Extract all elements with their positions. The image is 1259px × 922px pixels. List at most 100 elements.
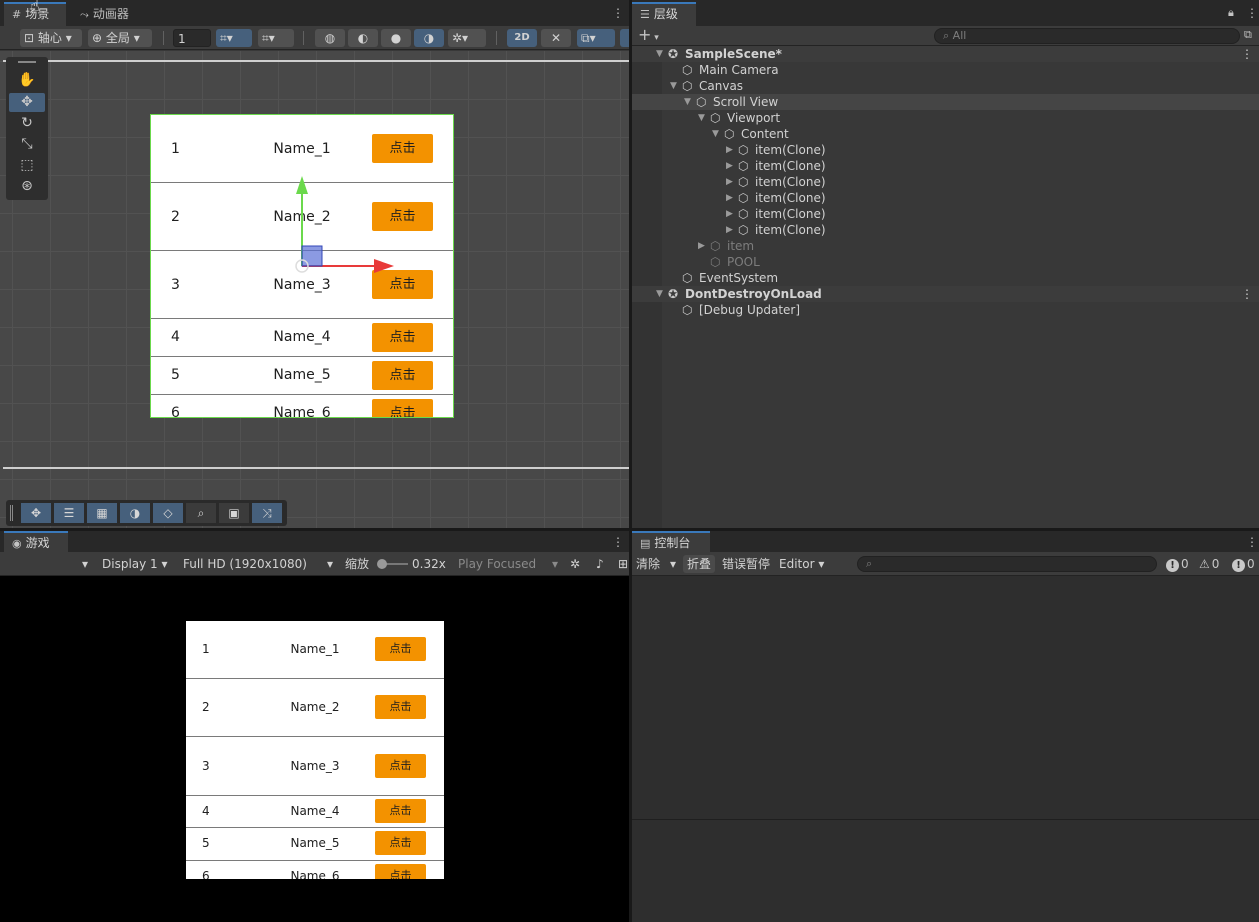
hierarchy-item[interactable]: ▶ ⬡ item [632, 238, 1259, 254]
click-button[interactable]: 点击 [372, 399, 433, 417]
audio-icon[interactable]: ♪ [592, 555, 610, 573]
scale-slider[interactable] [377, 559, 408, 569]
error-pause-button[interactable]: 错误暂停 [718, 555, 775, 573]
add-button[interactable]: + ▾ [638, 26, 659, 47]
stats-bug-icon[interactable]: ✲ [566, 555, 588, 573]
lighting-toggle[interactable]: ✕ [541, 29, 571, 47]
collapse-arrow-icon[interactable]: ▶ [726, 142, 733, 158]
mode-2d-button[interactable]: 2D [507, 29, 537, 47]
expand-arrow-icon[interactable]: ▼ [684, 94, 691, 110]
expand-arrow-icon[interactable]: ▼ [656, 46, 663, 62]
click-button[interactable]: 点击 [372, 270, 433, 299]
expand-arrow-icon[interactable]: ▼ [712, 126, 719, 142]
draw-mode-button[interactable]: ◑ [414, 29, 444, 47]
hierarchy-tree[interactable]: ▼ ✪ SampleScene* ⋮ ⬡ Main Camera ▼ ⬡ Canvas ▼ ⬡ Scr… [632, 46, 1259, 528]
kebab-menu-icon[interactable]: ⋮ [612, 535, 624, 549]
hierarchy-search-input[interactable]: ⌕ All [934, 28, 1240, 44]
tab-hierarchy[interactable]: ☰ 层级 [632, 2, 696, 26]
search-overlay-icon[interactable]: ⌕ [186, 503, 216, 523]
hierarchy-item[interactable]: ▶ ⬡ item(Clone) [632, 190, 1259, 206]
collapse-button[interactable]: 折叠 [683, 555, 716, 573]
move-overlay-icon[interactable]: ✥ [21, 503, 51, 523]
kebab-menu-icon[interactable]: ⋮ [1241, 46, 1253, 62]
hierarchy-item[interactable]: ▼ ⬡ Content [632, 126, 1259, 142]
hierarchy-item[interactable]: ▶ ⬡ item(Clone) [632, 142, 1259, 158]
console-divider[interactable] [632, 819, 1259, 820]
hierarchy-item[interactable]: ⬡ POOL [632, 254, 1259, 270]
gizmos-icon[interactable]: ⊞ [614, 555, 628, 573]
click-button[interactable]: 点击 [375, 864, 426, 879]
click-button[interactable]: 点击 [372, 202, 433, 231]
scene-visibility-icon[interactable]: ⧉ [1244, 28, 1252, 42]
console-search-input[interactable]: ⌕ [857, 556, 1157, 572]
transform-tool-icon[interactable]: ⊛ [9, 177, 45, 196]
hierarchy-scene-row[interactable]: ▼ ✪ SampleScene* ⋮ [632, 46, 1259, 62]
play-mode-dropdown[interactable]: Play Focused ▾ [454, 555, 562, 573]
tab-animator[interactable]: ⤳ 动画器 [72, 2, 137, 26]
layers-overlay-icon[interactable]: ◇ [153, 503, 183, 523]
grid-snap-button[interactable]: ⌗▾ [216, 29, 252, 47]
lighting-overlay-icon[interactable]: ◑ [120, 503, 150, 523]
click-button[interactable]: 点击 [375, 831, 426, 855]
scale-slider-handle[interactable] [377, 559, 387, 569]
warning-count[interactable]: ⚠ 0 [1199, 555, 1219, 573]
kebab-menu-icon[interactable]: ⋮ [612, 6, 624, 20]
click-button[interactable]: 点击 [375, 754, 426, 778]
kebab-menu-icon[interactable]: ⋮ [1241, 286, 1253, 302]
clear-options-dropdown[interactable]: ▾ [666, 555, 682, 573]
hierarchy-item[interactable]: ▶ ⬡ item(Clone) [632, 158, 1259, 174]
game-view-dropdown[interactable]: ▾ [4, 555, 92, 573]
game-scroll-view[interactable]: 1 Name_1 点击 2 Name_2 点击 3 Name_3 点击 4 Na… [186, 621, 444, 879]
hand-tool-icon[interactable]: ✋ [9, 71, 45, 90]
click-button[interactable]: 点击 [372, 323, 433, 352]
grid-size-input[interactable]: 1 [173, 29, 211, 47]
collapse-arrow-icon[interactable]: ▶ [698, 238, 705, 254]
display-dropdown[interactable]: Display 1 ▾ [98, 555, 176, 573]
kebab-menu-icon[interactable]: ⋮ [1246, 535, 1258, 549]
collapse-arrow-icon[interactable]: ▶ [726, 222, 733, 238]
gizmos-button[interactable] [620, 29, 629, 47]
lock-icon[interactable]: 🔒︎ [1228, 6, 1234, 20]
hierarchy-item[interactable]: ⬡ EventSystem [632, 270, 1259, 286]
effects-dropdown[interactable]: ⧉▾ [577, 29, 615, 47]
collapse-arrow-icon[interactable]: ▶ [726, 158, 733, 174]
error-count[interactable]: ! 0 [1232, 555, 1255, 573]
align-overlay-icon[interactable]: ☰ [54, 503, 84, 523]
hierarchy-item[interactable]: ▶ ⬡ item(Clone) [632, 206, 1259, 222]
collapse-arrow-icon[interactable]: ▶ [726, 174, 733, 190]
grid-overlay-icon[interactable]: ▦ [87, 503, 117, 523]
shuffle-overlay-icon[interactable]: ⤨ [252, 503, 282, 523]
scene-scroll-view[interactable]: 1 Name_1 点击 2 Name_2 点击 3 Name_3 点击 4 Na… [150, 114, 454, 418]
resolution-dropdown[interactable]: Full HD (1920x1080) ▾ [179, 555, 337, 573]
hierarchy-item[interactable]: ⬡ [Debug Updater] [632, 302, 1259, 318]
clear-button[interactable]: 清除 [632, 555, 665, 573]
drag-handle[interactable] [10, 505, 13, 521]
expand-arrow-icon[interactable]: ▼ [698, 110, 705, 126]
collapse-arrow-icon[interactable]: ▶ [726, 206, 733, 222]
increment-snap-button[interactable]: ⌗▾ [258, 29, 294, 47]
hierarchy-item[interactable]: ▶ ⬡ item(Clone) [632, 222, 1259, 238]
hierarchy-item[interactable]: ▶ ⬡ item(Clone) [632, 174, 1259, 190]
move-tool-icon[interactable]: ✥ [9, 93, 45, 112]
click-button[interactable]: 点击 [375, 637, 426, 661]
collapse-arrow-icon[interactable]: ▶ [726, 190, 733, 206]
kebab-menu-icon[interactable]: ⋮ [1246, 6, 1258, 20]
rect-tool-icon[interactable]: ⬚ [9, 156, 45, 175]
debug-draw-button[interactable]: ✲▾ [448, 29, 486, 47]
click-button[interactable]: 点击 [372, 361, 433, 390]
hierarchy-item[interactable]: ▼ ⬡ Scroll View [632, 94, 1259, 110]
space-dropdown[interactable]: ⊕ 全局 ▾ [88, 29, 152, 47]
hierarchy-item[interactable]: ▼ ⬡ Canvas [632, 78, 1259, 94]
expand-arrow-icon[interactable]: ▼ [656, 286, 663, 302]
editor-dropdown[interactable]: Editor ▾ [775, 555, 829, 573]
shaded-wire-button[interactable]: ◐ [348, 29, 378, 47]
rotate-tool-icon[interactable]: ↻ [9, 114, 45, 133]
pivot-dropdown[interactable]: ⊡ 轴心 ▾ [20, 29, 82, 47]
hierarchy-item[interactable]: ▼ ⬡ Viewport [632, 110, 1259, 126]
click-button[interactable]: 点击 [372, 134, 433, 163]
hierarchy-item[interactable]: ⬡ Main Camera [632, 62, 1259, 78]
expand-arrow-icon[interactable]: ▼ [670, 78, 677, 94]
wireframe-button[interactable]: ◍ [315, 29, 345, 47]
hierarchy-scene-row[interactable]: ▼ ✪ DontDestroyOnLoad ⋮ [632, 286, 1259, 302]
shaded-button[interactable]: ● [381, 29, 411, 47]
